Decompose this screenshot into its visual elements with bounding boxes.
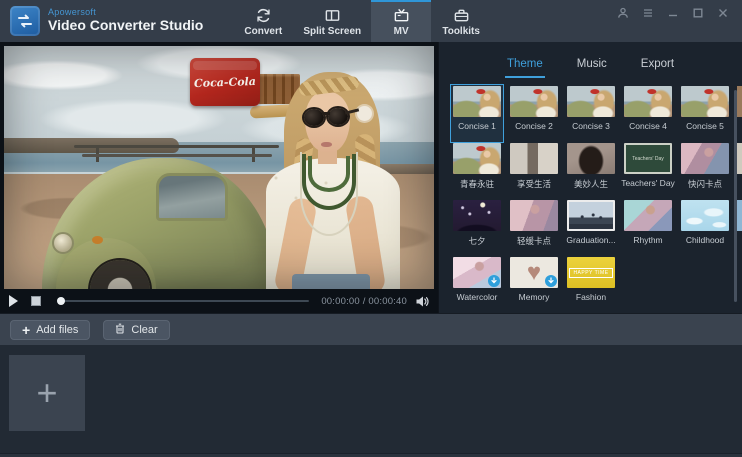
theme-thumbnail-flash-beat[interactable]: 快闪卡点 xyxy=(679,142,731,199)
add-files-button[interactable]: + Add files xyxy=(10,319,91,340)
close-icon[interactable] xyxy=(716,6,730,20)
chalkboard-text: Teachers' Day xyxy=(632,155,664,162)
main-nav: Convert Split Screen MV Toolkits xyxy=(233,0,491,42)
theme-thumbnail-childhood[interactable]: Childhood xyxy=(679,199,731,256)
theme-thumbnail-image xyxy=(510,200,558,231)
tab-split-screen-label: Split Screen xyxy=(303,26,362,37)
clipped-thumbnail xyxy=(737,200,742,231)
account-icon[interactable] xyxy=(616,6,630,20)
plus-icon: + xyxy=(22,321,31,338)
theme-thumbnail-image xyxy=(453,257,501,288)
time-display: 00:00:00 / 00:00:40 xyxy=(321,295,407,307)
theme-thumbnail-image xyxy=(567,143,615,174)
download-icon xyxy=(488,275,500,287)
seek-knob[interactable] xyxy=(57,297,65,305)
theme-thumbnail-rhythm[interactable]: Rhythm xyxy=(622,199,674,256)
maximize-icon[interactable] xyxy=(691,6,705,20)
tab-mv[interactable]: MV xyxy=(371,0,432,42)
scene-vignette xyxy=(4,46,434,289)
menu-icon[interactable] xyxy=(641,6,655,20)
clipped-thumbnail xyxy=(737,86,742,117)
theme-thumbnail-concise-5[interactable]: Concise 5 xyxy=(679,85,731,142)
theme-thumbnail-concise-2[interactable]: Concise 2 xyxy=(508,85,560,142)
theme-thumbnail-image xyxy=(510,86,558,117)
window-controls xyxy=(616,6,730,20)
fashion-tag-text: HAPPY TIME xyxy=(569,267,613,278)
clipped-thumbnail xyxy=(737,143,742,174)
refresh-icon xyxy=(255,7,272,24)
theme-thumbnail-gentle-beat[interactable]: 轻缓卡点 xyxy=(508,199,560,256)
trash-icon xyxy=(115,323,125,337)
app-window: Apowersoft Video Converter Studio Conver… xyxy=(0,0,742,457)
tab-music[interactable]: Music xyxy=(575,54,609,78)
add-files-label: Add files xyxy=(36,323,79,336)
theme-thumbnail-graduation[interactable]: Graduation... xyxy=(565,199,617,256)
app-title: Video Converter Studio xyxy=(48,17,204,34)
file-list-area: + xyxy=(0,355,742,453)
tab-convert-label: Convert xyxy=(244,26,283,37)
minimize-icon[interactable] xyxy=(666,6,680,20)
toolbox-icon xyxy=(453,7,470,24)
theme-thumbnail-fashion[interactable]: HAPPY TIME Fashion xyxy=(565,256,617,313)
tab-theme[interactable]: Theme xyxy=(504,54,545,78)
clear-button[interactable]: Clear xyxy=(103,319,170,340)
tab-toolkits-label: Toolkits xyxy=(442,26,480,37)
theme-thumbnail-image: Teachers' Day xyxy=(624,143,672,174)
theme-thumbnail-concise-1[interactable]: Concise 1 xyxy=(451,85,503,142)
brand-block: Apowersoft Video Converter Studio xyxy=(48,7,204,34)
theme-thumbnail-image xyxy=(567,86,615,117)
volume-icon[interactable] xyxy=(415,295,429,308)
add-file-tile[interactable]: + xyxy=(9,355,85,431)
theme-thumbnail-image xyxy=(567,200,615,231)
theme-thumbnail-image: ♥ xyxy=(510,257,558,288)
theme-thumbnail-image xyxy=(510,143,558,174)
tab-split-screen[interactable]: Split Screen xyxy=(293,0,371,42)
theme-grid: Concise 1 Concise 2 Concise 3 Concise 4 … xyxy=(451,85,736,313)
theme-thumbnail-wonderful-life[interactable]: 美妙人生 xyxy=(565,142,617,199)
theme-thumbnail-youth[interactable]: 青春永驻 xyxy=(451,142,503,199)
status-strip xyxy=(0,453,742,457)
theme-thumbnail-image xyxy=(681,143,729,174)
play-button[interactable] xyxy=(9,295,18,307)
right-panel: Theme Music Export Concise 1 Concise 2 C… xyxy=(438,42,742,313)
tv-icon xyxy=(393,7,410,24)
heart-frame-icon: ♥ xyxy=(526,258,542,286)
toolbar-strip: + Add files Clear xyxy=(0,313,742,345)
panel-tabs: Theme Music Export xyxy=(439,42,742,80)
theme-thumbnail-teachers-day[interactable]: Teachers' Day Teachers' Day xyxy=(621,142,675,199)
theme-thumbnail-memory[interactable]: ♥ Memory xyxy=(508,256,560,313)
seek-bar[interactable] xyxy=(57,297,310,305)
tab-convert[interactable]: Convert xyxy=(233,0,293,42)
video-preview-pane: Coca-Cola 00:00:00 / 00:00:40 xyxy=(0,42,438,313)
theme-thumbnail-image: HAPPY TIME xyxy=(567,257,615,288)
player-controls: 00:00:00 / 00:00:40 xyxy=(0,289,438,313)
theme-thumbnail-image xyxy=(681,200,729,231)
theme-thumbnail-image xyxy=(453,86,501,117)
video-frame: Coca-Cola xyxy=(4,46,434,289)
clear-label: Clear xyxy=(131,323,158,336)
theme-thumbnail-watercolor[interactable]: Watercolor xyxy=(451,256,503,313)
theme-thumbnail-image xyxy=(453,143,501,174)
theme-thumbnail-concise-4[interactable]: Concise 4 xyxy=(622,85,674,142)
theme-thumbnail-image xyxy=(624,200,672,231)
theme-thumbnail-image xyxy=(624,86,672,117)
main-area: Coca-Cola 00:00:00 / 00:00:40 Theme Musi… xyxy=(0,42,742,313)
theme-thumbnail-image xyxy=(681,86,729,117)
plus-icon: + xyxy=(36,371,58,413)
tab-toolkits[interactable]: Toolkits xyxy=(431,0,491,42)
theme-thumbnail-image xyxy=(453,200,501,231)
split-screen-icon xyxy=(324,7,341,24)
tab-mv-label: MV xyxy=(393,26,409,37)
theme-thumbnail-enjoy-life[interactable]: 享受生活 xyxy=(508,142,560,199)
tab-export[interactable]: Export xyxy=(639,54,676,78)
theme-thumbnail-qixi[interactable]: 七夕 xyxy=(451,199,503,256)
titlebar: Apowersoft Video Converter Studio Conver… xyxy=(0,0,742,42)
download-icon xyxy=(545,275,557,287)
theme-thumbnail-concise-3[interactable]: Concise 3 xyxy=(565,85,617,142)
app-logo-icon xyxy=(10,6,40,36)
stop-button[interactable] xyxy=(31,296,41,306)
panel-scrollbar[interactable] xyxy=(734,90,737,302)
